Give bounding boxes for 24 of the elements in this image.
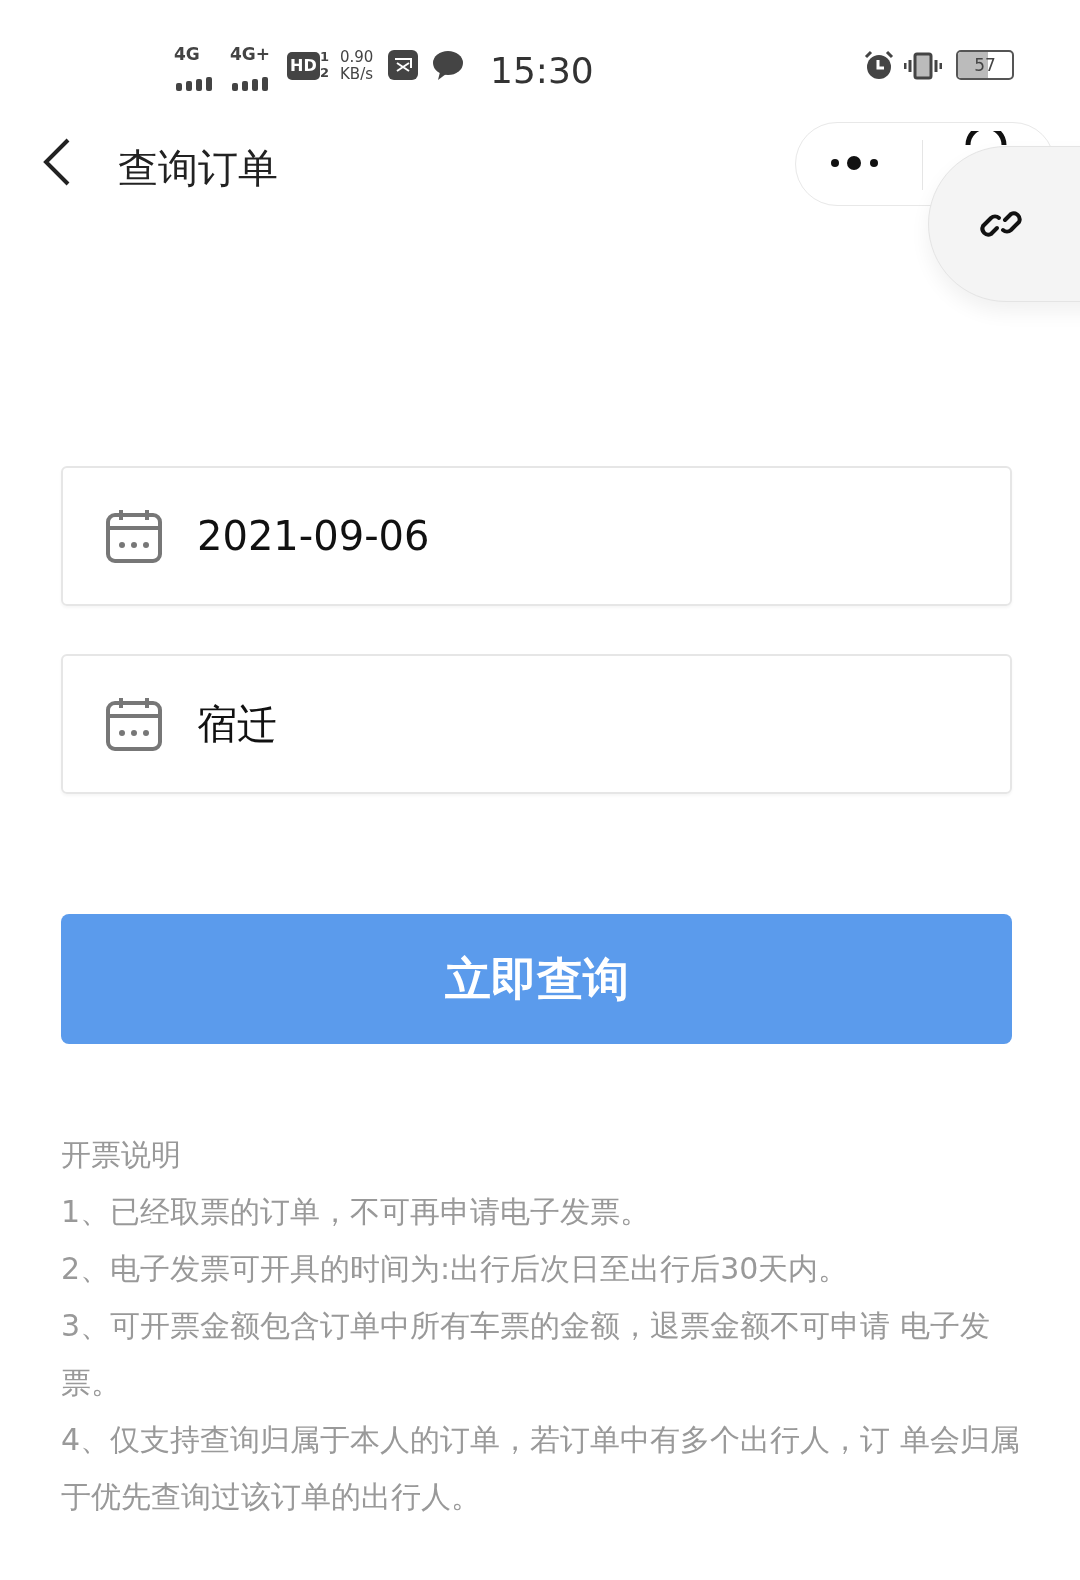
speed-unit: KB/s — [340, 67, 373, 82]
note-text: 4、仅支持查询归属于本人的订单，若订单中有多个出行人，订 单会归属于优先查询过该订单的出行人。 — [61, 1421, 1021, 1516]
note-text: 1、已经取票的订单，不可再申请电子发票。 — [61, 1193, 652, 1231]
screenshot-icon — [388, 50, 418, 80]
network-label: 4G — [174, 46, 200, 63]
sim-label: 2 — [320, 66, 330, 79]
calendar-icon — [105, 696, 163, 752]
field-value: 宿迁 — [197, 700, 277, 749]
alarm-clock-icon — [864, 50, 894, 80]
input-field[interactable]: 2021-09-06 — [61, 466, 1012, 606]
hd-label: HD — [287, 52, 320, 80]
input-field[interactable]: 宿迁 — [61, 654, 1012, 794]
note-text: 3、可开票金额包含订单中所有车票的金额，退票金额不可申请 电子发票。 — [61, 1307, 991, 1402]
note-text: 2、电子发票可开具的时间为:出行后次日至出行后30天内。 — [61, 1250, 850, 1288]
speed-value: 0.90 — [340, 50, 374, 65]
network-label: 4G+ — [230, 46, 271, 63]
vibrate-icon — [904, 52, 942, 80]
page-title: 查询订单 — [118, 144, 278, 193]
calendar-icon — [105, 508, 163, 564]
chat-bubble-icon — [432, 50, 464, 80]
sim-label: 1 — [320, 50, 330, 63]
notes-title: 开票说明 — [61, 1136, 182, 1174]
time: 15:30 — [490, 49, 594, 93]
field-value: 2021-09-06 — [197, 512, 430, 561]
